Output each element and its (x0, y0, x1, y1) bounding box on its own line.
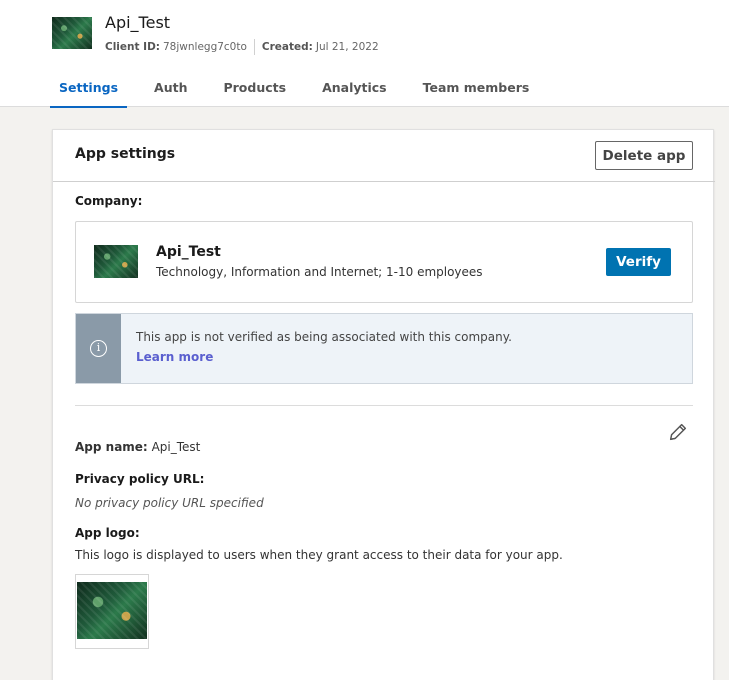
card-header: App settings Delete app (53, 130, 715, 182)
verify-button[interactable]: Verify (606, 248, 671, 276)
client-id-label: Client ID: (105, 41, 160, 53)
app-name-value: Api_Test (151, 440, 201, 454)
app-name-row: App name: Api_Test (75, 440, 200, 454)
app-settings-card: App settings Delete app Company: Api_Tes… (52, 129, 715, 680)
tab-analytics[interactable]: Analytics (313, 77, 396, 108)
app-name-label: App name: (75, 440, 148, 454)
company-logo (94, 245, 138, 278)
meta-divider (253, 39, 255, 55)
verification-notice: i This app is not verified as being asso… (75, 313, 693, 384)
client-id-value: 78jwnlegg7c0to (163, 41, 247, 53)
app-title: Api_Test (105, 13, 171, 32)
tab-bar: Settings Auth Products Analytics Team me… (50, 77, 556, 108)
privacy-policy-label: Privacy policy URL: (75, 472, 205, 486)
app-logo-frame[interactable] (75, 574, 149, 649)
edit-pencil-icon[interactable] (667, 421, 689, 443)
notice-side-bar: i (76, 314, 121, 383)
company-box: Api_Test Technology, Information and Int… (75, 221, 693, 303)
app-logo-image (77, 582, 147, 639)
privacy-policy-value: No privacy policy URL specified (75, 496, 264, 510)
section-divider (75, 405, 693, 406)
info-icon: i (90, 340, 107, 357)
company-name: Api_Test (156, 244, 221, 260)
tab-auth[interactable]: Auth (145, 77, 196, 108)
app-logo-label: App logo: (75, 526, 140, 540)
notice-text: This app is not verified as being associ… (136, 330, 512, 344)
card-title: App settings (75, 146, 176, 162)
app-logo-description: This logo is displayed to users when the… (75, 548, 563, 562)
tab-products[interactable]: Products (214, 77, 295, 108)
app-meta: Client ID: 78jwnlegg7c0to Created: Jul 2… (105, 39, 379, 55)
app-header: Api_Test Client ID: 78jwnlegg7c0to Creat… (0, 0, 729, 108)
company-label: Company: (75, 194, 143, 208)
created-label: Created: (261, 41, 313, 53)
tab-team-members[interactable]: Team members (414, 77, 539, 108)
delete-app-button[interactable]: Delete app (595, 141, 693, 170)
app-thumbnail (52, 17, 92, 49)
company-description: Technology, Information and Internet; 1-… (156, 265, 483, 279)
created-value: Jul 21, 2022 (315, 41, 379, 53)
learn-more-link[interactable]: Learn more (136, 350, 213, 364)
tab-settings[interactable]: Settings (50, 77, 128, 108)
